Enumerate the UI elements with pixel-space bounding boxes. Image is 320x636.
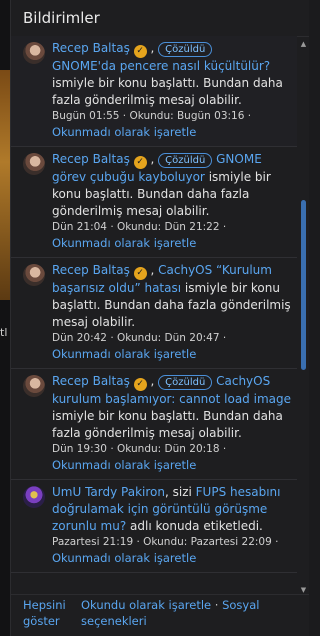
scrollbar[interactable]: ▲ ▼ (300, 40, 307, 594)
scroll-down-arrow-icon[interactable]: ▼ (300, 586, 307, 594)
footer-actions: Okundu olarak işaretle · Sosyal seçenekl… (81, 597, 303, 636)
user-link[interactable]: UmU Tardy Pakiron (52, 485, 165, 499)
avatar[interactable] (23, 375, 45, 397)
solved-badge: Çözüldü (158, 42, 213, 57)
footer-separator: · (211, 598, 223, 612)
mark-unread-link[interactable]: Okunmadı olarak işaretle (52, 457, 291, 473)
avatar[interactable] (23, 486, 45, 508)
comma-separator: , (150, 152, 155, 166)
user-link[interactable]: Recep Baltaş (52, 41, 130, 55)
scrollbar-thumb[interactable] (301, 200, 306, 370)
avatar[interactable] (23, 153, 45, 175)
comma-separator: , (150, 263, 155, 277)
notification-item[interactable]: Recep Baltaş ✓ , CachyOS “Kurulum başarı… (11, 258, 297, 369)
scroll-up-arrow-icon[interactable]: ▲ (300, 40, 307, 48)
mark-unread-link[interactable]: Okunmadı olarak işaretle (52, 550, 291, 566)
mark-unread-link[interactable]: Okunmadı olarak işaretle (52, 124, 291, 140)
solved-badge: Çözüldü (158, 375, 213, 390)
notification-item[interactable]: UmU Tardy Pakiron, sizi FUPS hesabını do… (11, 480, 297, 573)
mark-all-read-link[interactable]: Okundu olarak işaretle (81, 598, 211, 612)
show-all-link[interactable]: Hepsini göster (23, 597, 81, 636)
notification-list: Recep Baltaş ✓ , Çözüldü GNOME'da pencer… (11, 36, 297, 594)
comma-separator: , (150, 374, 155, 388)
notification-meta: Bugün 01:55 · Okundu: Bugün 03:16 · (52, 110, 252, 122)
notification-meta: Dün 20:42 · Okundu: Dün 20:47 · (52, 332, 227, 344)
mark-unread-link[interactable]: Okunmadı olarak işaretle (52, 346, 291, 362)
solved-badge: Çözüldü (158, 153, 213, 168)
background-text-fragment: tl (0, 326, 8, 339)
notification-text: ismiyle bir konu başlattı. Bundan daha f… (52, 409, 283, 440)
notification-meta: Dün 19:30 · Okundu: Dün 20:18 · (52, 443, 227, 455)
panel-title: Bildirimler (11, 0, 309, 37)
notification-body: Recep Baltaş ✓ , Çözüldü GNOME'da pencer… (52, 40, 291, 140)
avatar[interactable] (23, 42, 45, 64)
user-link[interactable]: Recep Baltaş (52, 374, 130, 388)
topic-link[interactable]: GNOME'da pencere nasıl küçültülür? (52, 59, 270, 73)
user-link[interactable]: Recep Baltaş (52, 152, 130, 166)
verified-icon: ✓ (133, 156, 147, 169)
notification-body: Recep Baltaş ✓ , Çözüldü CachyOS kurulum… (52, 373, 291, 473)
notification-text: adlı konuda etiketledi. (130, 519, 263, 533)
notification-body: Recep Baltaş ✓ , CachyOS “Kurulum başarı… (52, 262, 291, 362)
panel-footer: Hepsini göster Okundu olarak işaretle · … (11, 594, 309, 636)
comma-separator: , (150, 41, 155, 55)
avatar[interactable] (23, 264, 45, 286)
notification-meta: Pazartesi 21:19 · Okundu: Pazartesi 22:0… (52, 536, 279, 548)
mark-unread-link[interactable]: Okunmadı olarak işaretle (52, 235, 291, 251)
notification-meta: Dün 21:04 · Okundu: Dün 21:22 · (52, 221, 227, 233)
notification-item[interactable]: Recep Baltaş ✓ , Çözüldü GNOME'da pencer… (11, 36, 297, 147)
verified-icon: ✓ (133, 45, 147, 58)
verified-icon: ✓ (133, 378, 147, 391)
notifications-panel: Bildirimler Recep Baltaş ✓ , Çözüldü GNO… (10, 0, 309, 636)
notification-body: UmU Tardy Pakiron, sizi FUPS hesabını do… (52, 484, 291, 566)
mention-prefix: , sizi (164, 485, 196, 499)
user-link[interactable]: Recep Baltaş (52, 263, 130, 277)
verified-icon: ✓ (133, 267, 147, 280)
notification-body: Recep Baltaş ✓ , Çözüldü GNOME görev çub… (52, 151, 291, 251)
notification-text: ismiyle bir konu başlattı. Bundan daha f… (52, 76, 283, 107)
background-image (0, 70, 10, 300)
notification-item[interactable]: Recep Baltaş ✓ , Çözüldü CachyOS kurulum… (11, 369, 297, 480)
notification-item[interactable]: Recep Baltaş ✓ , Çözüldü GNOME görev çub… (11, 147, 297, 258)
